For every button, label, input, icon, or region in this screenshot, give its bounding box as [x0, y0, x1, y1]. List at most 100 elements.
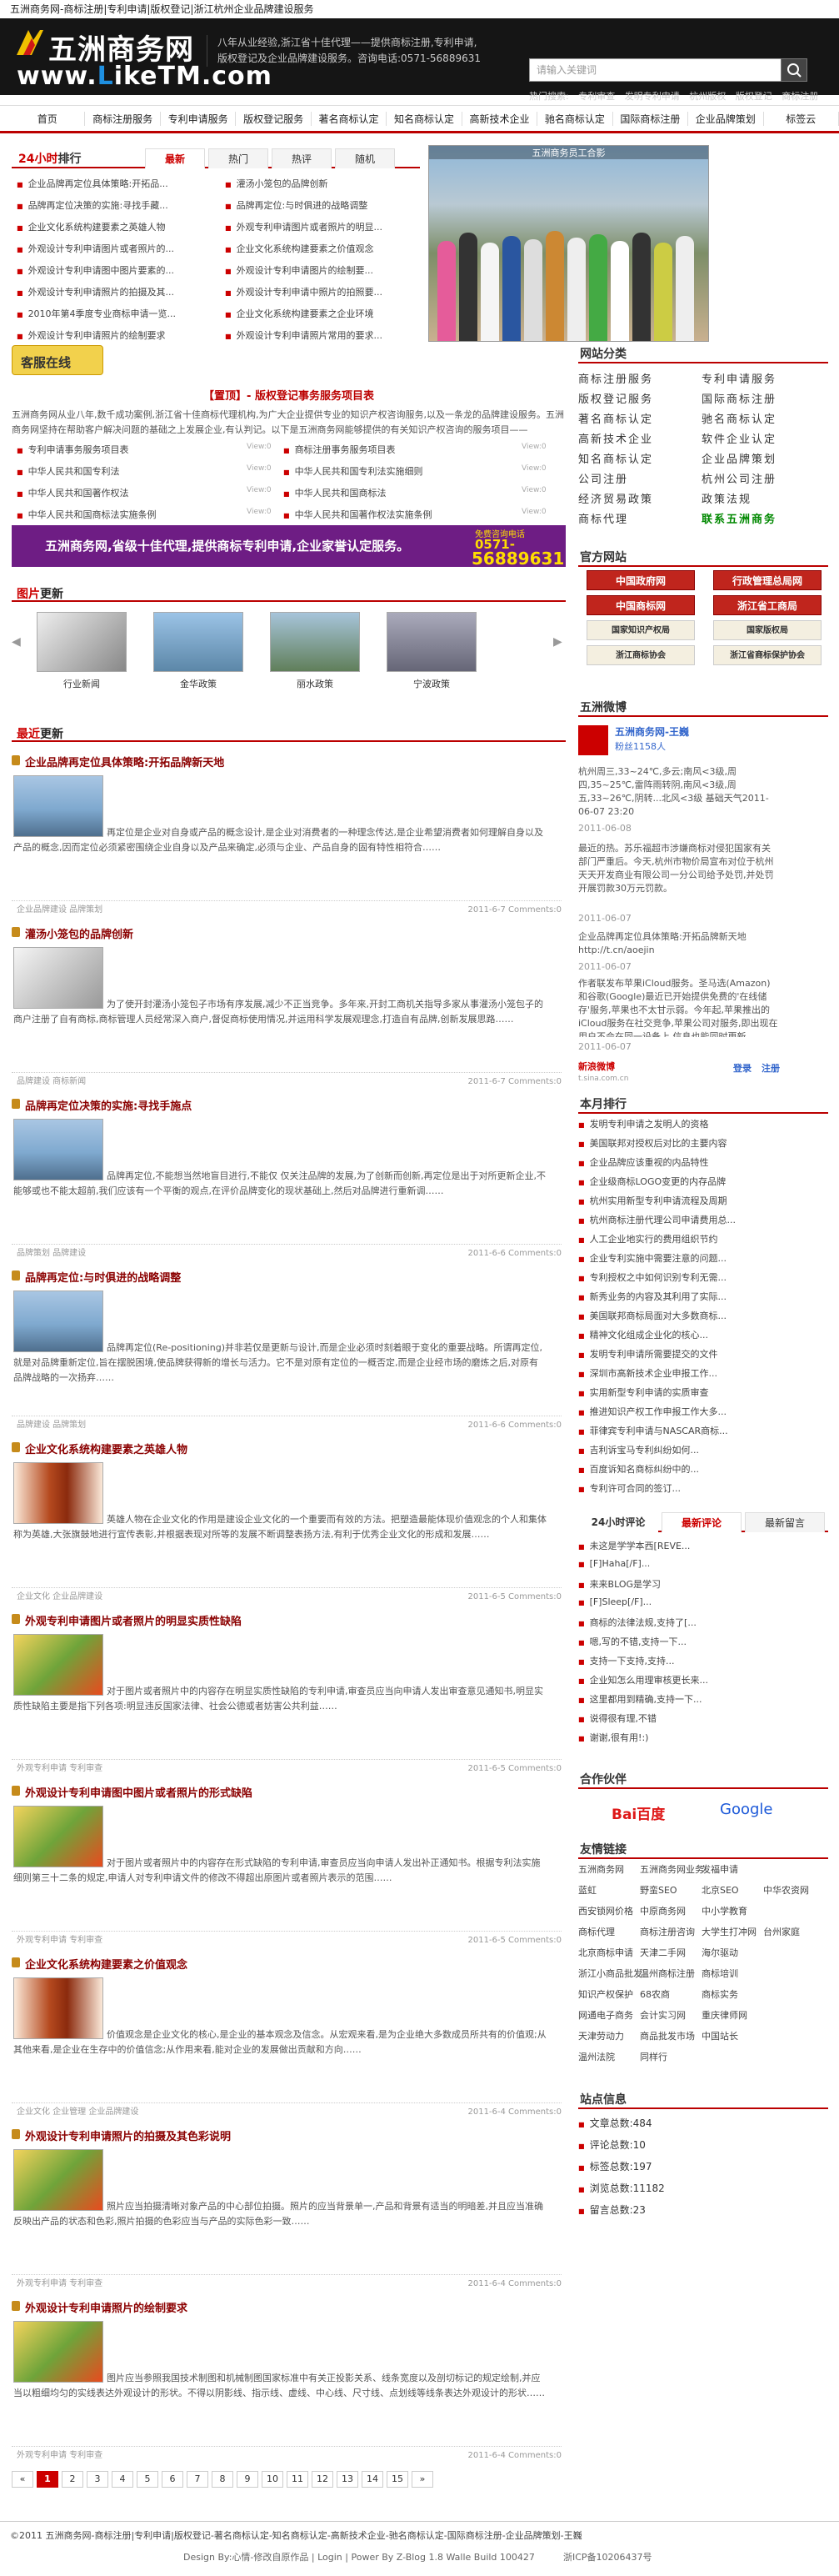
tab-random[interactable]: 随机	[335, 148, 395, 168]
list-item[interactable]: 专利授权之中如何识别专利无需...	[578, 1270, 816, 1284]
category-item[interactable]: 专利申请服务	[702, 370, 777, 386]
gov-link[interactable]: 中国商标网	[587, 595, 695, 615]
friend-link[interactable]: 知识产权保护	[578, 1987, 633, 2001]
nav-item[interactable]: 国际商标注册	[613, 111, 689, 126]
nav-item[interactable]: 版权登记服务	[236, 111, 312, 126]
nav-item[interactable]: 专利申请服务	[161, 111, 237, 126]
friend-link[interactable]: 同样行	[640, 2050, 667, 2063]
article-tags[interactable]: 品牌策划 品牌建设	[17, 1245, 86, 1263]
article-title[interactable]: 外观设计专利申请图中图片或者照片的形式缺陷	[11, 1784, 252, 1800]
list-item[interactable]: 商标的法律法规,支持了[...	[578, 1616, 816, 1629]
gov-link[interactable]: 国家版权局	[713, 620, 822, 640]
gov-link[interactable]: 行政管理总局网	[713, 570, 822, 590]
article-tags[interactable]: 企业文化 企业品牌建设	[17, 1588, 102, 1606]
friend-link[interactable]: 68农商	[640, 1987, 670, 2001]
article-title[interactable]: 企业文化系统构建要素之价值观念	[11, 1956, 187, 1972]
list-item[interactable]: 谢谢,很有用!:)	[578, 1731, 816, 1744]
friend-link[interactable]: 商标培训	[702, 1967, 738, 1980]
list-item[interactable]: [F]Sleep[/F]...	[578, 1596, 816, 1607]
category-item[interactable]: 公司注册	[578, 470, 628, 486]
list-item[interactable]: 品牌再定位:与时俱进的战略调整	[225, 198, 417, 212]
article-tags[interactable]: 企业文化 企业管理 企业品牌建设	[17, 2103, 138, 2122]
page-link[interactable]: 13	[337, 2471, 358, 2488]
category-item[interactable]: 联系五洲商务	[702, 510, 777, 526]
friend-link[interactable]: 重庆律师网	[702, 2008, 747, 2022]
image-item[interactable]: 金华政策	[153, 612, 243, 690]
list-item[interactable]: 中华人民共和国商标法	[283, 486, 387, 499]
hot-link[interactable]: 商标注册	[782, 91, 818, 102]
weibo-name[interactable]: 五洲商务网-王巍	[615, 725, 689, 739]
gov-link[interactable]: 浙江省商标保护协会	[713, 645, 822, 665]
nav-item[interactable]: 企业品牌策划	[688, 111, 764, 126]
page-link[interactable]: «	[12, 2471, 33, 2488]
tab-comment[interactable]: 热评	[272, 148, 332, 168]
friend-link[interactable]: 中小学教育	[702, 1904, 747, 1917]
list-item[interactable]: 来来BLOG是学习	[578, 1577, 816, 1591]
friend-link[interactable]: 五洲商务网业务	[640, 1862, 704, 1876]
list-item[interactable]: 企业文化系统构建要素之价值观念	[225, 242, 417, 255]
footer-icp[interactable]: 浙ICP备10206437号	[563, 2550, 652, 2563]
friend-link[interactable]: 商标实务	[702, 1987, 738, 2001]
google-logo[interactable]: Google	[720, 1801, 772, 1818]
list-item[interactable]: 外观设计专利申请照片常用的要求...	[225, 328, 417, 342]
list-item[interactable]: 未这是学学本西[REVE...	[578, 1539, 816, 1552]
article-title[interactable]: 外观设计专利申请照片的绘制要求	[11, 2299, 187, 2315]
list-item[interactable]: 专利申请事务服务项目表	[17, 443, 129, 456]
gov-link[interactable]: 国家知识产权局	[587, 620, 695, 640]
list-item[interactable]: 美国联邦对授权后对比的主要内容	[578, 1136, 816, 1150]
friend-link[interactable]: 浙江小商品批发	[578, 1967, 642, 1980]
list-item[interactable]: 中华人民共和国商标法实施条例	[17, 508, 157, 521]
friend-link[interactable]: 温州法院	[578, 2050, 615, 2063]
ad-banner[interactable]: 五洲商务网,省级十佳代理,提供商标专利申请,企业家誉认定服务。 免费咨询电话 0…	[12, 525, 566, 567]
weibo-register[interactable]: 注册	[762, 1062, 780, 1075]
list-item[interactable]: 外观设计专利申请图片或者照片的...	[17, 242, 208, 255]
nav-item[interactable]: 首页	[10, 111, 86, 126]
weibo-login[interactable]: 登录	[733, 1062, 752, 1075]
list-item[interactable]: 杭州商标注册代理公司申请费用总...	[578, 1213, 816, 1226]
list-item[interactable]: 中华人民共和国著作权法	[17, 486, 129, 499]
list-item[interactable]: 外观专利申请图片或者照片的明显...	[225, 220, 417, 233]
friend-link[interactable]: 大学生打冲网	[702, 1925, 757, 1938]
category-item[interactable]: 软件企业认定	[702, 430, 777, 446]
friend-link[interactable]: 北京商标申请	[578, 1946, 633, 1959]
category-item[interactable]: 企业品牌策划	[702, 450, 777, 466]
nav-item[interactable]: 驰名商标认定	[537, 111, 613, 126]
page-link[interactable]: 12	[312, 2471, 333, 2488]
list-item[interactable]: 企业专利实施中需要注意的问题...	[578, 1251, 816, 1265]
friend-link[interactable]: 温州商标注册	[640, 1967, 695, 1980]
list-item[interactable]: 百度诉知名商标纠纷中的...	[578, 1462, 816, 1476]
list-item[interactable]: 人工企业地实行的费用组织节约	[578, 1232, 816, 1245]
list-item[interactable]: 企业知怎么用理审核更长来...	[578, 1673, 816, 1686]
list-item[interactable]: 2010年第4季度专业商标申请一览...	[17, 307, 208, 320]
list-item[interactable]: 实用新型专利申请的实质审查	[578, 1386, 816, 1399]
slider-next-icon[interactable]: ▶	[553, 635, 562, 649]
tab-latest-comments[interactable]: 最新评论	[662, 1512, 742, 1532]
list-item[interactable]: 专利许可合同的签订...	[578, 1481, 816, 1495]
friend-link[interactable]: 蓝虹	[578, 1883, 597, 1897]
article-tags[interactable]: 企业品牌建设 品牌策划	[17, 901, 102, 920]
friend-link[interactable]: 天津二手网	[640, 1946, 686, 1959]
search-button[interactable]	[781, 58, 807, 82]
nav-item[interactable]: 高新技术企业	[462, 111, 538, 126]
category-item[interactable]: 版权登记服务	[578, 390, 653, 406]
article-tags[interactable]: 外观专利申请 专利审查	[17, 1932, 102, 1950]
list-item[interactable]: 发明专利申请所需要提交的文件	[578, 1347, 816, 1361]
hot-link[interactable]: 杭州版权	[689, 91, 726, 102]
article-title[interactable]: 品牌再定位决策的实施:寻找手施点	[11, 1097, 192, 1113]
page-link[interactable]: 3	[87, 2471, 108, 2488]
list-item[interactable]: 支持一下支持,支持...	[578, 1654, 816, 1667]
page-link[interactable]: 6	[162, 2471, 183, 2488]
category-item[interactable]: 经济贸易政策	[578, 490, 653, 506]
image-item[interactable]: 行业新闻	[37, 612, 127, 690]
list-item[interactable]: 新秀业务的内容及其利用了实际...	[578, 1290, 816, 1303]
list-item[interactable]: 发明专利申请之发明人的资格	[578, 1117, 816, 1130]
weibo-fans[interactable]: 粉丝1158人	[615, 740, 666, 754]
friend-link[interactable]: 西安锁网价格	[578, 1904, 633, 1917]
article-tags[interactable]: 外观专利申请 专利审查	[17, 2447, 102, 2465]
page-link[interactable]: 14	[362, 2471, 383, 2488]
friend-link[interactable]: 北京SEO	[702, 1883, 739, 1897]
page-link[interactable]: 1	[37, 2471, 58, 2488]
friend-link[interactable]: 网通电子商务	[578, 2008, 633, 2022]
list-item[interactable]: 企业级商标LOGO变更的内存品牌	[578, 1175, 816, 1188]
friend-link[interactable]: 商标代理	[578, 1925, 615, 1938]
